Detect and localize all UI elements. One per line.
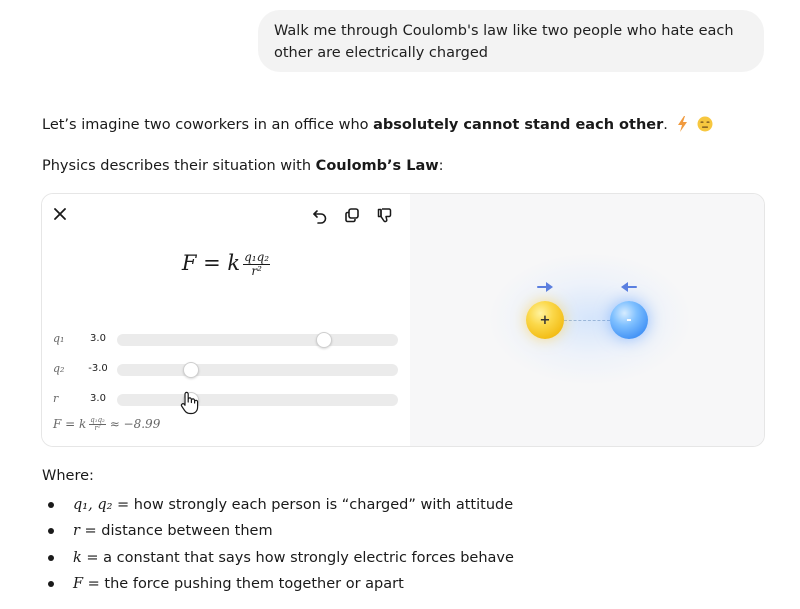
- result-fraction: q₁q₂ r²: [89, 417, 106, 432]
- formula-lhs: F = k: [181, 251, 241, 275]
- charge-visualization-panel: + -: [410, 194, 764, 446]
- undo-icon[interactable]: [308, 204, 330, 226]
- physics-colon: :: [438, 158, 444, 174]
- positive-charge-sphere: +: [526, 301, 564, 339]
- intro-period: .: [663, 117, 668, 133]
- slider-row-q1: q₁ 3.0: [42, 330, 410, 350]
- coulomb-widget-card: F = k q₁q₂ r² q₁ 3.0 q₂ -3.0 r 3.0 F = k…: [41, 193, 765, 447]
- unamused-face-emoji-icon: [697, 116, 713, 132]
- slider-track-q2[interactable]: [117, 362, 398, 378]
- slider-track-r[interactable]: [117, 392, 398, 408]
- list-item: q₁, q₂ = how strongly each person is “ch…: [42, 494, 514, 520]
- positive-sign: +: [539, 312, 551, 328]
- force-result: F = k q₁q₂ r² ≈ −8.99: [53, 417, 160, 432]
- negative-charge-sphere: -: [610, 301, 648, 339]
- result-value: ≈ −8.99: [109, 417, 161, 431]
- lightning-emoji-icon: [678, 116, 688, 132]
- definition-symbol: k: [73, 549, 82, 566]
- field-glow: [490, 254, 690, 384]
- list-item: r = distance between them: [42, 520, 514, 546]
- widget-controls-panel: F = k q₁q₂ r² q₁ 3.0 q₂ -3.0 r 3.0 F = k…: [42, 194, 410, 446]
- slider-track-q1[interactable]: [117, 332, 398, 348]
- slider-label-q2: q₂: [53, 362, 65, 375]
- slider-knob-q2[interactable]: [183, 362, 200, 378]
- slider-value-q1: 3.0: [90, 333, 106, 344]
- arrow-right-icon: [537, 282, 553, 292]
- intro-paragraph: Let’s imagine two coworkers in an office…: [42, 114, 713, 136]
- formula-numerator: q₁q₂: [243, 250, 271, 265]
- slider-row-r: r 3.0: [42, 390, 410, 410]
- intro-bold-text: absolutely cannot stand each other: [373, 117, 664, 133]
- definition-text: = the force pushing them together or apa…: [83, 575, 404, 592]
- definition-symbol: F: [73, 575, 84, 592]
- slider-label-r: r: [53, 392, 59, 405]
- coulomb-formula: F = k q₁q₂ r²: [42, 251, 410, 278]
- slider-value-q2: -3.0: [88, 363, 108, 374]
- physics-text: Physics describes their situation with: [42, 158, 316, 174]
- coulombs-law-bold: Coulomb’s Law: [315, 158, 439, 174]
- definitions-list: q₁, q₂ = how strongly each person is “ch…: [42, 494, 514, 599]
- thumbs-down-icon[interactable]: [374, 204, 396, 226]
- slider-knob-q1[interactable]: [315, 332, 332, 348]
- coulomb-intro-paragraph: Physics describes their situation with C…: [42, 155, 444, 177]
- negative-sign: -: [626, 312, 632, 328]
- hand-cursor-icon: [180, 391, 199, 415]
- result-lhs: F = k: [53, 417, 87, 431]
- result-denominator: r²: [94, 424, 101, 432]
- formula-fraction: q₁q₂ r²: [243, 250, 271, 278]
- definition-symbol: r: [73, 523, 80, 540]
- definition-text: = how strongly each person is “charged” …: [112, 497, 514, 513]
- slider-row-q2: q₂ -3.0: [42, 360, 410, 380]
- user-message-bubble: Walk me through Coulomb's law like two p…: [258, 10, 764, 72]
- arrow-left-icon: [621, 282, 637, 292]
- list-item: F = the force pushing them together or a…: [42, 573, 514, 599]
- intro-text: Let’s imagine two coworkers in an office…: [42, 117, 374, 133]
- definition-symbol: q₁, q₂: [73, 497, 113, 513]
- charge-link-line: [564, 320, 610, 321]
- slider-value-r: 3.0: [90, 393, 106, 404]
- definition-text: = a constant that says how strongly elec…: [81, 549, 514, 566]
- slider-label-q1: q₁: [53, 332, 65, 345]
- definition-text: = distance between them: [79, 523, 273, 540]
- user-message-text: Walk me through Coulomb's law like two p…: [274, 23, 734, 61]
- list-item: k = a constant that says how strongly el…: [42, 547, 514, 573]
- copy-icon[interactable]: [341, 204, 363, 226]
- where-label: Where:: [42, 468, 94, 484]
- formula-denominator: r²: [251, 264, 262, 278]
- close-icon[interactable]: [52, 206, 68, 222]
